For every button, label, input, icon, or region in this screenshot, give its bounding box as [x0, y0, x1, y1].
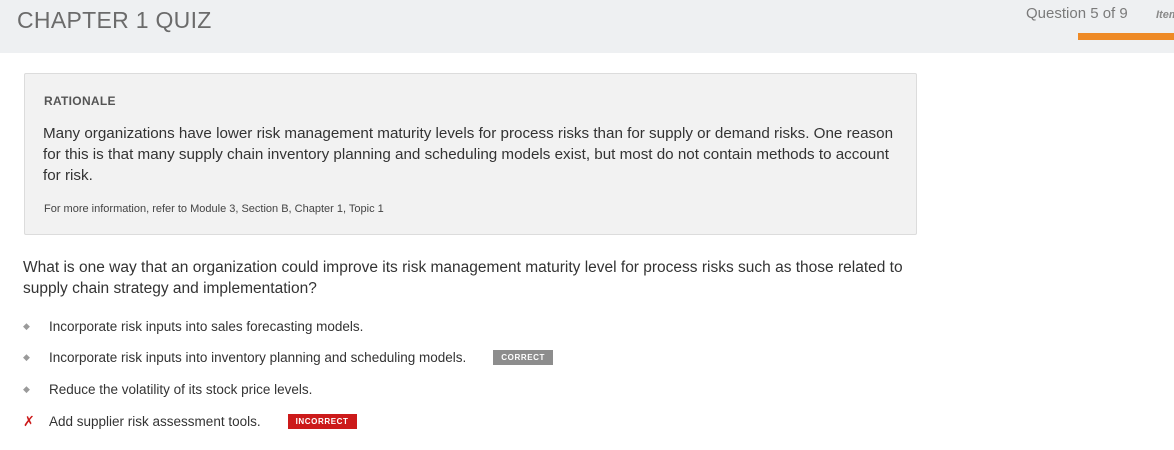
answer-option[interactable]: ◆ Incorporate risk inputs into inventory… [23, 347, 554, 367]
diamond-icon: ◆ [23, 384, 30, 394]
answer-option[interactable]: ◆ Incorporate risk inputs into sales for… [23, 316, 363, 336]
rationale-reference: For more information, refer to Module 3,… [44, 203, 384, 215]
diamond-icon: ◆ [23, 321, 30, 331]
answer-option[interactable]: ◆ Reduce the volatility of its stock pri… [23, 379, 312, 399]
items-link[interactable]: Items [1156, 9, 1174, 21]
answer-option-label: Add supplier risk assessment tools. [49, 413, 261, 429]
rationale-body: Many organizations have lower risk manag… [43, 125, 894, 184]
answer-option-label: Reduce the volatility of its stock price… [49, 381, 313, 397]
question-text: What is one way that an organization cou… [23, 259, 903, 297]
correct-badge: CORRECT [493, 349, 554, 365]
question-progress-label: Question 5 of 9 [1026, 5, 1128, 22]
x-icon: ✗ [23, 413, 35, 429]
progress-bar [1078, 33, 1174, 40]
answer-option-label: Incorporate risk inputs into sales forec… [49, 318, 364, 334]
answer-option-label: Incorporate risk inputs into inventory p… [49, 349, 467, 365]
rationale-panel: RATIONALE Many organizations have lower … [24, 73, 917, 235]
quiz-header: CHAPTER 1 QUIZ Question 5 of 9 Items [0, 0, 1174, 53]
incorrect-badge: INCORRECT [287, 413, 357, 429]
diamond-icon: ◆ [23, 352, 30, 362]
page-title: CHAPTER 1 QUIZ [17, 7, 212, 33]
rationale-heading: RATIONALE [44, 94, 116, 108]
answer-option[interactable]: ✗ Add supplier risk assessment tools. IN… [23, 411, 357, 431]
